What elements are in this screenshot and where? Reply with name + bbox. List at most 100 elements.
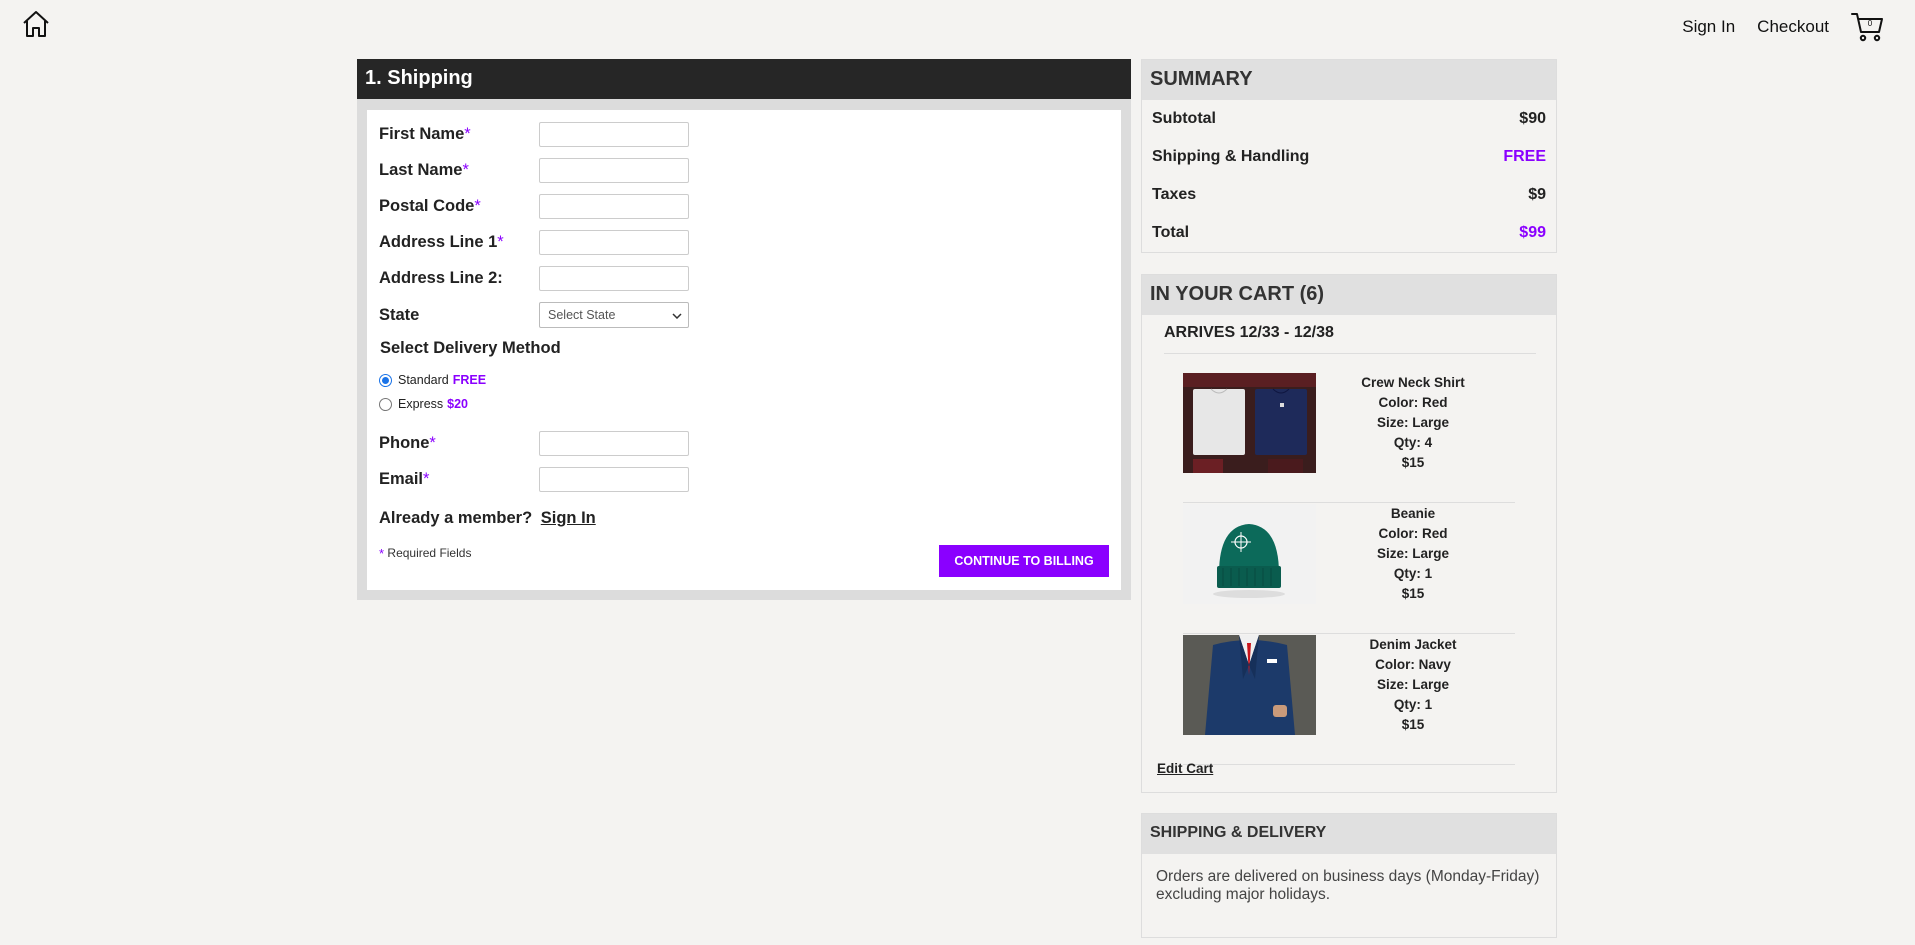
shipping-delivery-box: SHIPPING & DELIVERY Orders are delivered… [1141,813,1557,938]
address2-row: Address Line 2: [379,266,689,291]
address1-input[interactable] [539,230,689,255]
address2-label: Address Line 2: [379,269,503,287]
item-qty: Qty: 1 [1393,697,1433,712]
cart-item: Denim Jacket Color: Navy Size: Large Qty… [1183,635,1515,765]
required-mark: * [464,125,471,143]
delivery-method-title: Select Delivery Method [380,339,561,357]
standard-radio[interactable] [379,373,392,387]
postal-code-label: Postal Code [379,197,475,215]
delivery-option-express[interactable]: Express $20 [379,397,468,411]
required-mark: * [379,546,385,561]
summary-row-taxes: Taxes $9 [1142,176,1556,214]
required-mark: * [497,233,504,251]
phone-label: Phone [379,434,430,452]
standard-price: FREE [452,373,487,387]
required-note-text: Required Fields [387,546,472,560]
required-mark: * [474,197,481,215]
total-value: $99 [1519,224,1546,241]
delivery-option-standard[interactable]: Standard FREE [379,373,486,387]
chevron-down-icon [672,308,682,322]
summary-row-shipping: Shipping & Handling FREE [1142,138,1556,176]
cart-box: IN YOUR CART (6) ARRIVES 12/33 - 12/38 C… [1141,274,1557,793]
state-row: State Select State [379,302,689,328]
required-mark: * [429,434,436,452]
shipping-panel: 1. Shipping First Name* Last Name* Posta… [357,59,1131,600]
member-prompt: Already a member? Sign In [379,509,596,528]
member-sign-in-link[interactable]: Sign In [541,509,596,527]
phone-row: Phone* [379,431,689,456]
summary-box: SUMMARY Subtotal $90 Shipping & Handling… [1141,59,1557,253]
shipping-delivery-title: SHIPPING & DELIVERY [1142,814,1556,854]
postal-code-row: Postal Code* [379,194,689,219]
cart-item: Crew Neck Shirt Color: Red Size: Large Q… [1183,373,1515,503]
shirt-image [1183,373,1316,473]
subtotal-value: $90 [1519,110,1546,127]
state-select-value: Select State [548,308,616,322]
summary-row-total: Total $99 [1142,214,1556,252]
item-name: Beanie [1390,506,1436,521]
last-name-label: Last Name [379,161,463,179]
item-size: Size: Large [1376,546,1450,561]
item-qty: Qty: 4 [1393,435,1433,450]
address1-row: Address Line 1* [379,230,689,255]
member-text: Already a member? [379,509,533,527]
shipping-delivery-text: Orders are delivered on business days (M… [1156,868,1540,903]
first-name-row: First Name* [379,122,689,147]
item-qty: Qty: 1 [1393,566,1433,581]
email-label: Email [379,470,424,488]
total-label: Total [1152,224,1190,241]
item-info: Crew Neck Shirt Color: Red Size: Large Q… [1313,373,1513,473]
item-price: $15 [1401,586,1425,601]
cart-item: Beanie Color: Red Size: Large Qty: 1 $15 [1183,504,1515,634]
top-nav: Sign In Checkout 0 [0,0,1915,55]
continue-to-billing-button[interactable]: CONTINUE TO BILLING [939,545,1109,577]
item-info: Denim Jacket Color: Navy Size: Large Qty… [1313,635,1513,735]
state-select[interactable]: Select State [539,302,689,328]
email-row: Email* [379,467,689,492]
phone-input[interactable] [539,431,689,456]
email-input[interactable] [539,467,689,492]
address1-label: Address Line 1 [379,233,498,251]
cart-icon[interactable]: 0 [1851,11,1885,43]
required-fields-note: * Required Fields [379,546,471,561]
shipping-label: Shipping & Handling [1152,148,1310,165]
beanie-image [1183,504,1316,604]
last-name-input[interactable] [539,158,689,183]
arrival-dates: ARRIVES 12/33 - 12/38 [1164,324,1334,341]
required-mark: * [462,161,469,179]
shipping-title: 1. Shipping [357,59,1131,99]
item-name: Crew Neck Shirt [1361,375,1465,390]
summary-row-subtotal: Subtotal $90 [1142,100,1556,138]
first-name-input[interactable] [539,122,689,147]
divider [1164,353,1536,354]
shipping-value: FREE [1503,148,1546,165]
home-icon[interactable] [20,8,52,40]
item-color: Color: Navy [1375,657,1451,672]
shipping-form: First Name* Last Name* Postal Code* Addr… [367,110,1121,590]
item-color: Color: Red [1378,526,1448,541]
taxes-value: $9 [1528,186,1546,203]
summary-title: SUMMARY [1142,60,1556,100]
state-label: State [379,305,420,324]
item-color: Color: Red [1378,395,1448,410]
item-size: Size: Large [1376,677,1450,692]
nav-checkout-link[interactable]: Checkout [1757,17,1829,37]
cart-title: IN YOUR CART (6) [1142,275,1556,315]
address2-input[interactable] [539,266,689,291]
item-size: Size: Large [1376,415,1450,430]
first-name-label: First Name [379,125,465,143]
subtotal-label: Subtotal [1152,110,1216,127]
nav-sign-in-link[interactable]: Sign In [1682,17,1735,37]
taxes-label: Taxes [1152,186,1197,203]
postal-code-input[interactable] [539,194,689,219]
express-label: Express [398,397,444,411]
item-price: $15 [1401,717,1425,732]
edit-cart-link[interactable]: Edit Cart [1157,761,1213,776]
item-name: Denim Jacket [1369,637,1457,652]
last-name-row: Last Name* [379,158,689,183]
cart-count-badge: 0 [1868,19,1873,28]
express-price: $20 [447,397,469,411]
standard-label: Standard [398,373,449,387]
express-radio[interactable] [379,397,392,411]
jacket-image [1183,635,1316,735]
